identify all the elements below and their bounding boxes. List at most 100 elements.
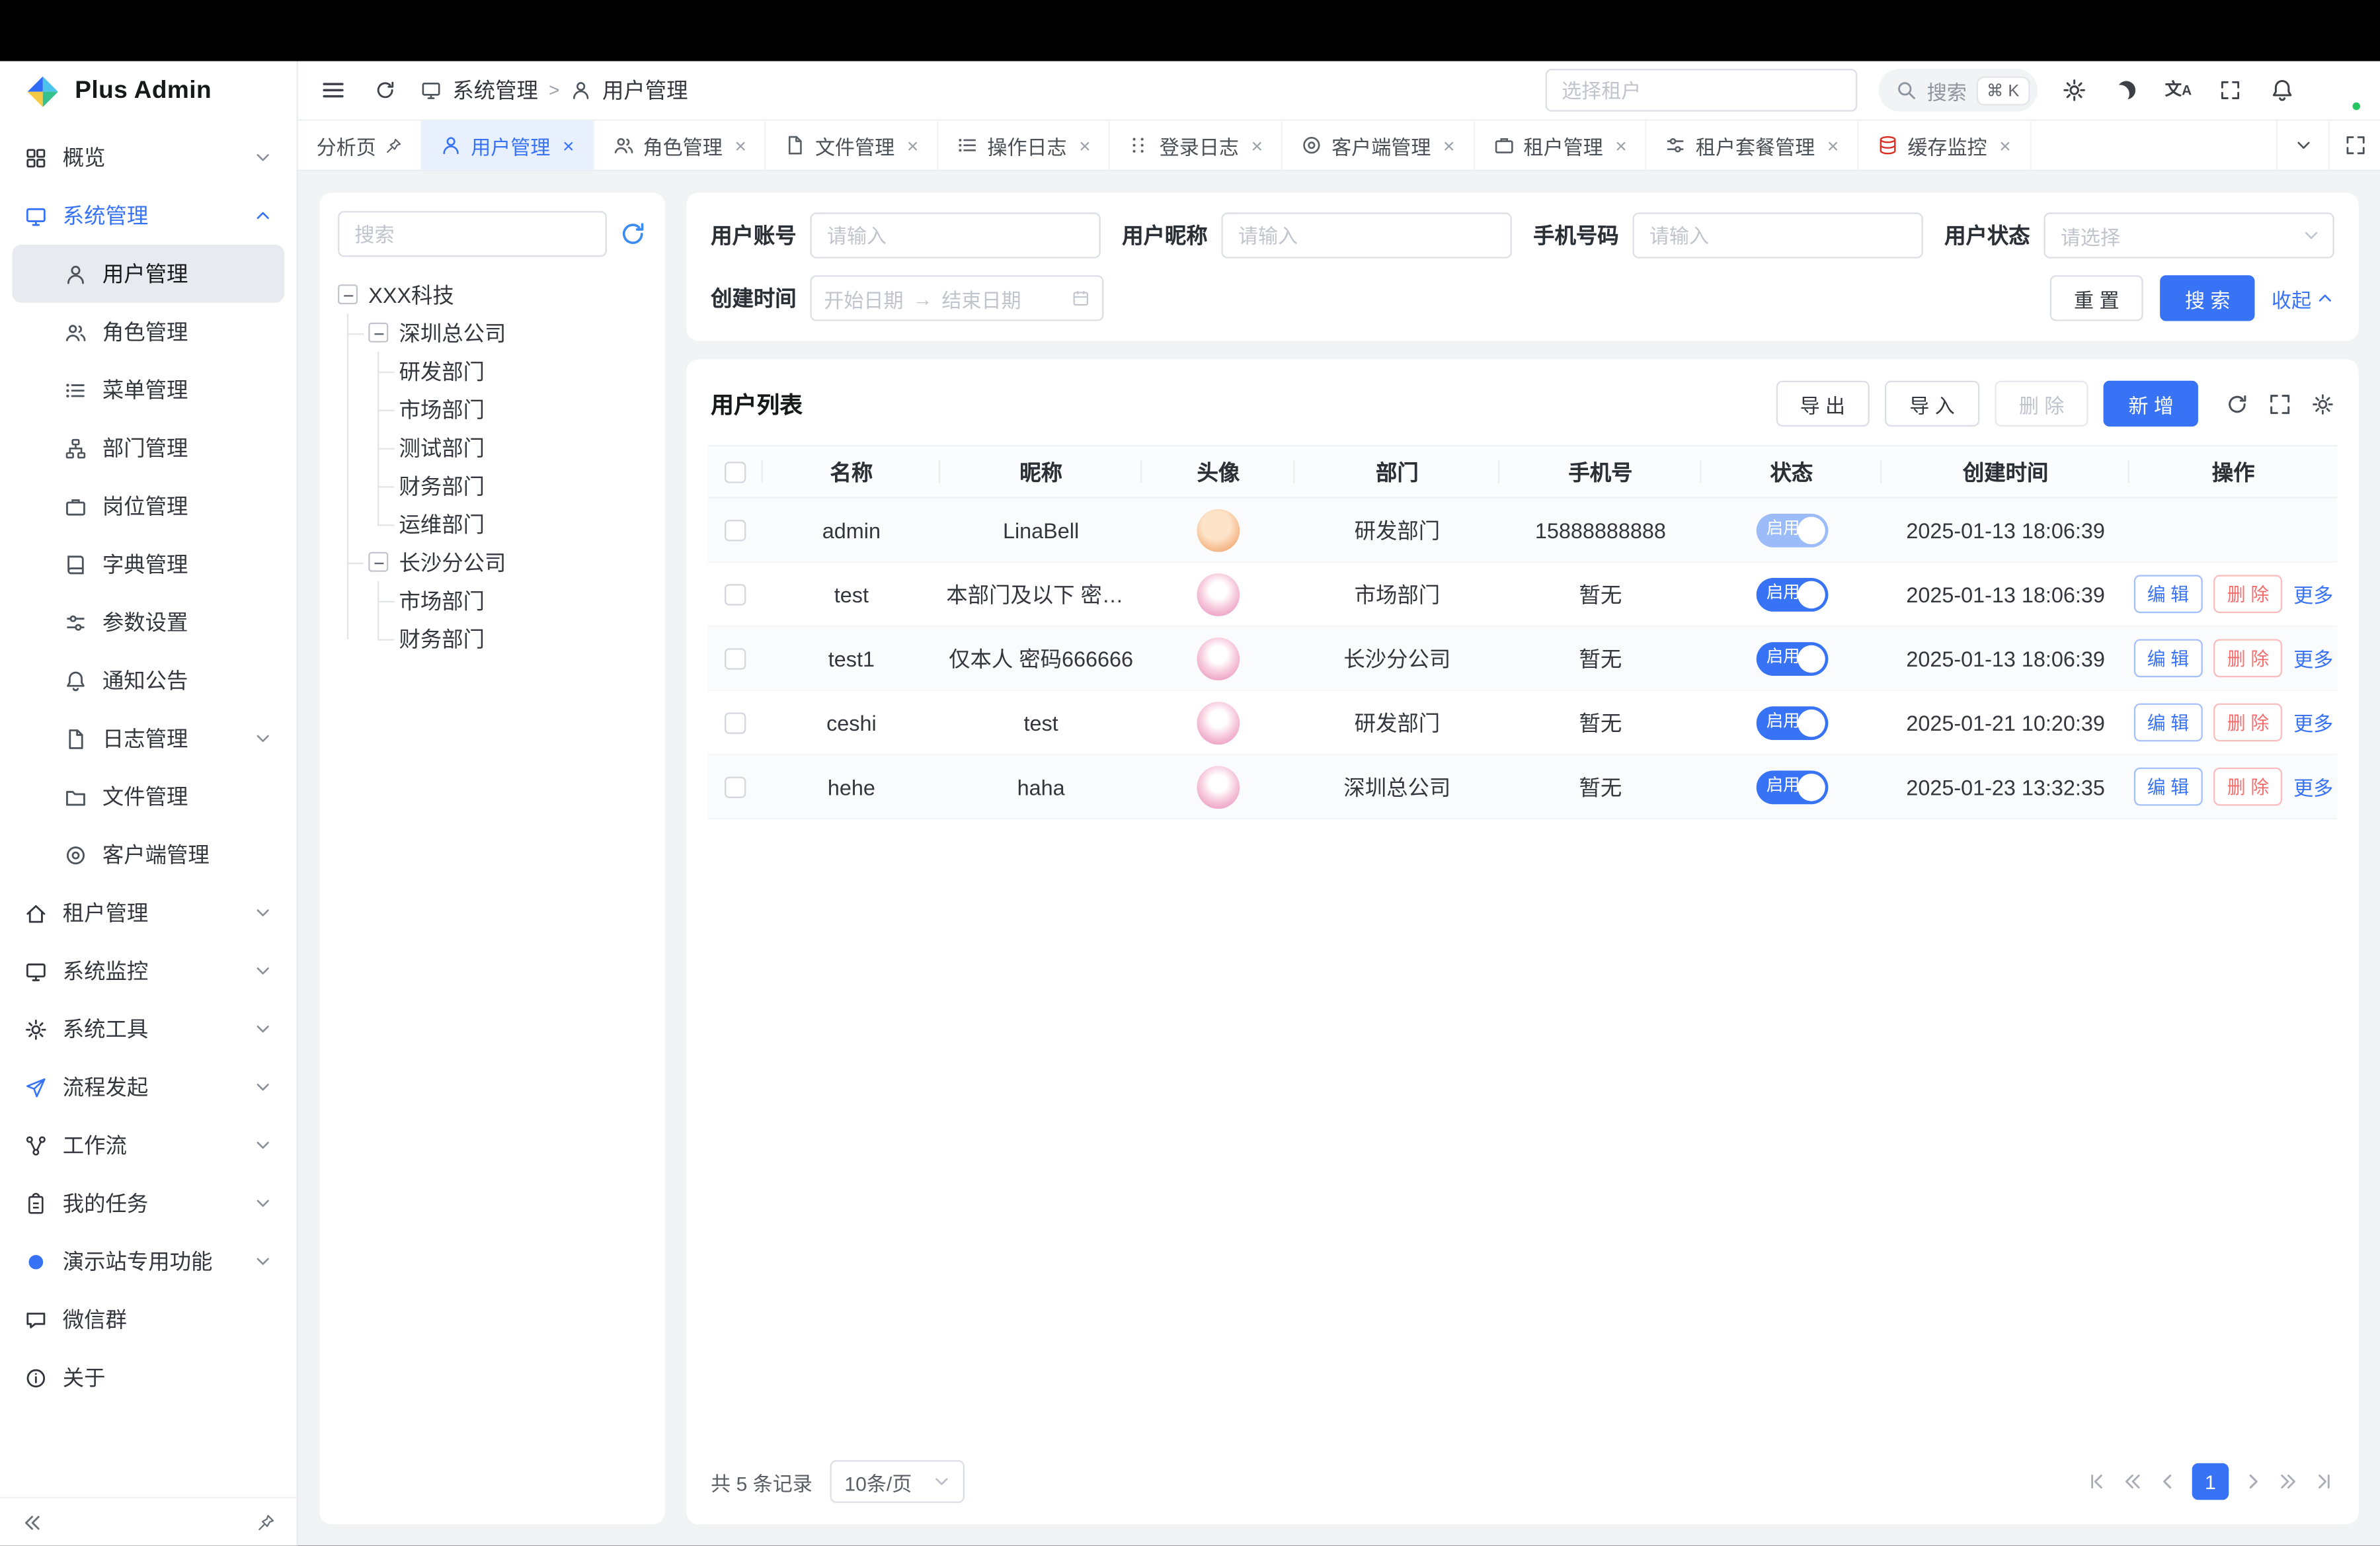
close-tab-icon[interactable]: × — [1079, 136, 1091, 155]
more-actions-link[interactable]: 更多 — [2293, 708, 2333, 737]
table-fullscreen-icon[interactable] — [2268, 392, 2291, 415]
sidebar-item-tenant-management[interactable]: 租户管理 — [0, 883, 297, 942]
tab-tenant-management[interactable]: 租户管理 × — [1475, 121, 1647, 170]
tree-node-branch[interactable]: 长沙分公司 — [368, 543, 647, 581]
tree-node-leaf[interactable]: 财务部门 — [399, 619, 647, 657]
tree-node-leaf[interactable]: 测试部门 — [399, 428, 647, 466]
global-search[interactable]: 搜索 ⌘ K — [1878, 69, 2038, 112]
current-page-button[interactable]: 1 — [2192, 1463, 2229, 1500]
sidebar-item-system-monitor[interactable]: 系统监控 — [0, 942, 297, 1000]
sidebar-item-my-tasks[interactable]: 我的任务 — [0, 1174, 297, 1233]
tab-operation-log[interactable]: 操作日志 × — [938, 121, 1110, 170]
next-page-icon[interactable] — [2242, 1471, 2264, 1492]
refresh-table-icon[interactable] — [2226, 392, 2249, 415]
more-actions-link[interactable]: 更多 — [2293, 772, 2333, 801]
sidebar-item-dict-management[interactable]: 字典管理 — [12, 535, 284, 593]
close-tab-icon[interactable]: × — [907, 136, 919, 155]
status-toggle[interactable]: 启用 — [1756, 577, 1828, 611]
row-checkbox[interactable] — [725, 519, 746, 540]
sidebar-item-workflow[interactable]: 工作流 — [0, 1116, 297, 1174]
tree-node-leaf[interactable]: 运维部门 — [399, 505, 647, 543]
sidebar-item-process-initiation[interactable]: 流程发起 — [0, 1058, 297, 1116]
first-page-icon[interactable] — [2086, 1471, 2108, 1492]
delete-row-button[interactable]: 删 除 — [2213, 768, 2283, 806]
row-checkbox[interactable] — [725, 647, 746, 669]
edit-button[interactable]: 编 辑 — [2133, 768, 2203, 806]
delete-button[interactable]: 删 除 — [1995, 381, 2088, 427]
user-avatar[interactable] — [2319, 69, 2362, 112]
row-checkbox[interactable] — [725, 776, 746, 797]
hamburger-menu-icon[interactable] — [317, 73, 350, 107]
tree-node-leaf[interactable]: 财务部门 — [399, 466, 647, 505]
tab-role-management[interactable]: 角色管理 × — [594, 121, 766, 170]
app-logo[interactable]: Plus Admin — [0, 61, 297, 120]
delete-row-button[interactable]: 删 除 — [2213, 575, 2283, 613]
column-settings-gear-icon[interactable] — [2311, 392, 2334, 415]
delete-row-button[interactable]: 删 除 — [2213, 704, 2283, 742]
sidebar-item-user-management[interactable]: 用户管理 — [12, 245, 284, 303]
phone-input[interactable] — [1632, 212, 1923, 258]
tab-tenant-package-management[interactable]: 租户套餐管理 × — [1647, 121, 1858, 170]
close-tab-icon[interactable]: × — [1999, 136, 2011, 155]
tree-search-input[interactable] — [338, 211, 607, 257]
tree-collapse-toggle[interactable] — [338, 284, 358, 304]
tab-user-management[interactable]: 用户管理 × — [422, 121, 594, 170]
tree-node-leaf[interactable]: 研发部门 — [399, 352, 647, 390]
sidebar-item-demo-features[interactable]: 演示站专用功能 — [0, 1233, 297, 1291]
nickname-input[interactable] — [1221, 212, 1511, 258]
edit-button[interactable]: 编 辑 — [2133, 704, 2203, 742]
breadcrumb-system[interactable]: 系统管理 — [452, 75, 537, 105]
tab-list-dropdown-icon[interactable] — [2276, 121, 2328, 170]
delete-row-button[interactable]: 删 除 — [2213, 639, 2283, 677]
import-button[interactable]: 导 入 — [1885, 381, 1979, 427]
tree-refresh-icon[interactable] — [619, 220, 647, 248]
tree-node-branch[interactable]: 深圳总公司 — [368, 313, 647, 352]
sidebar-item-system-management[interactable]: 系统管理 — [0, 186, 297, 245]
tab-analysis-page[interactable]: 分析页 — [298, 121, 422, 170]
row-checkbox[interactable] — [725, 712, 746, 733]
last-page-icon[interactable] — [2313, 1471, 2334, 1492]
add-button[interactable]: 新 增 — [2104, 381, 2198, 427]
settings-gear-icon[interactable] — [2059, 75, 2090, 105]
prev-5-pages-icon[interactable] — [2122, 1471, 2143, 1492]
tree-node-root[interactable]: XXX科技 — [338, 275, 647, 313]
account-input[interactable] — [810, 212, 1100, 258]
page-size-select[interactable]: 10条/页 — [831, 1460, 965, 1503]
sidebar-item-overview[interactable]: 概览 — [0, 128, 297, 186]
tab-login-log[interactable]: 登录日志 × — [1111, 121, 1283, 170]
status-select[interactable]: 请选择 — [2043, 212, 2334, 258]
language-translate-icon[interactable]: 文A — [2163, 75, 2194, 105]
fullscreen-icon[interactable] — [2215, 75, 2245, 105]
status-toggle[interactable]: 启用 — [1756, 706, 1828, 739]
sidebar-item-client-management[interactable]: 客户端管理 — [12, 826, 284, 884]
date-range-picker[interactable]: 开始日期 → 结束日期 — [810, 275, 1103, 321]
edit-button[interactable]: 编 辑 — [2133, 639, 2203, 677]
tree-collapse-toggle[interactable] — [368, 323, 388, 343]
tree-collapse-toggle[interactable] — [368, 552, 388, 572]
status-toggle[interactable]: 启用 — [1756, 513, 1828, 547]
tree-node-leaf[interactable]: 市场部门 — [399, 390, 647, 428]
close-tab-icon[interactable]: × — [734, 136, 746, 155]
collapse-sidebar-icon[interactable] — [21, 1512, 42, 1533]
dark-mode-moon-icon[interactable] — [2111, 75, 2141, 105]
next-5-pages-icon[interactable] — [2278, 1471, 2299, 1492]
collapse-filters-link[interactable]: 收起 — [2272, 284, 2334, 313]
select-all-checkbox[interactable] — [725, 461, 746, 482]
close-tab-icon[interactable]: × — [1443, 136, 1455, 155]
sidebar-item-about[interactable]: 关于 — [0, 1348, 297, 1406]
sidebar-item-role-management[interactable]: 角色管理 — [12, 303, 284, 361]
refresh-page-icon[interactable] — [368, 73, 402, 107]
reset-button[interactable]: 重 置 — [2049, 275, 2143, 321]
sidebar-item-notice-announcement[interactable]: 通知公告 — [12, 651, 284, 710]
close-tab-icon[interactable]: × — [1251, 136, 1263, 155]
tab-cache-monitor[interactable]: 缓存监控 × — [1858, 121, 2030, 170]
edit-button[interactable]: 编 辑 — [2133, 575, 2203, 613]
pin-icon[interactable] — [385, 137, 402, 153]
status-toggle[interactable]: 启用 — [1756, 641, 1828, 675]
sidebar-item-file-management[interactable]: 文件管理 — [12, 768, 284, 826]
more-actions-link[interactable]: 更多 — [2293, 579, 2333, 608]
close-tab-icon[interactable]: × — [563, 136, 575, 155]
pin-sidebar-icon[interactable] — [257, 1513, 275, 1531]
tenant-select-input[interactable] — [1545, 69, 1857, 112]
tab-client-management[interactable]: 客户端管理 × — [1283, 121, 1474, 170]
